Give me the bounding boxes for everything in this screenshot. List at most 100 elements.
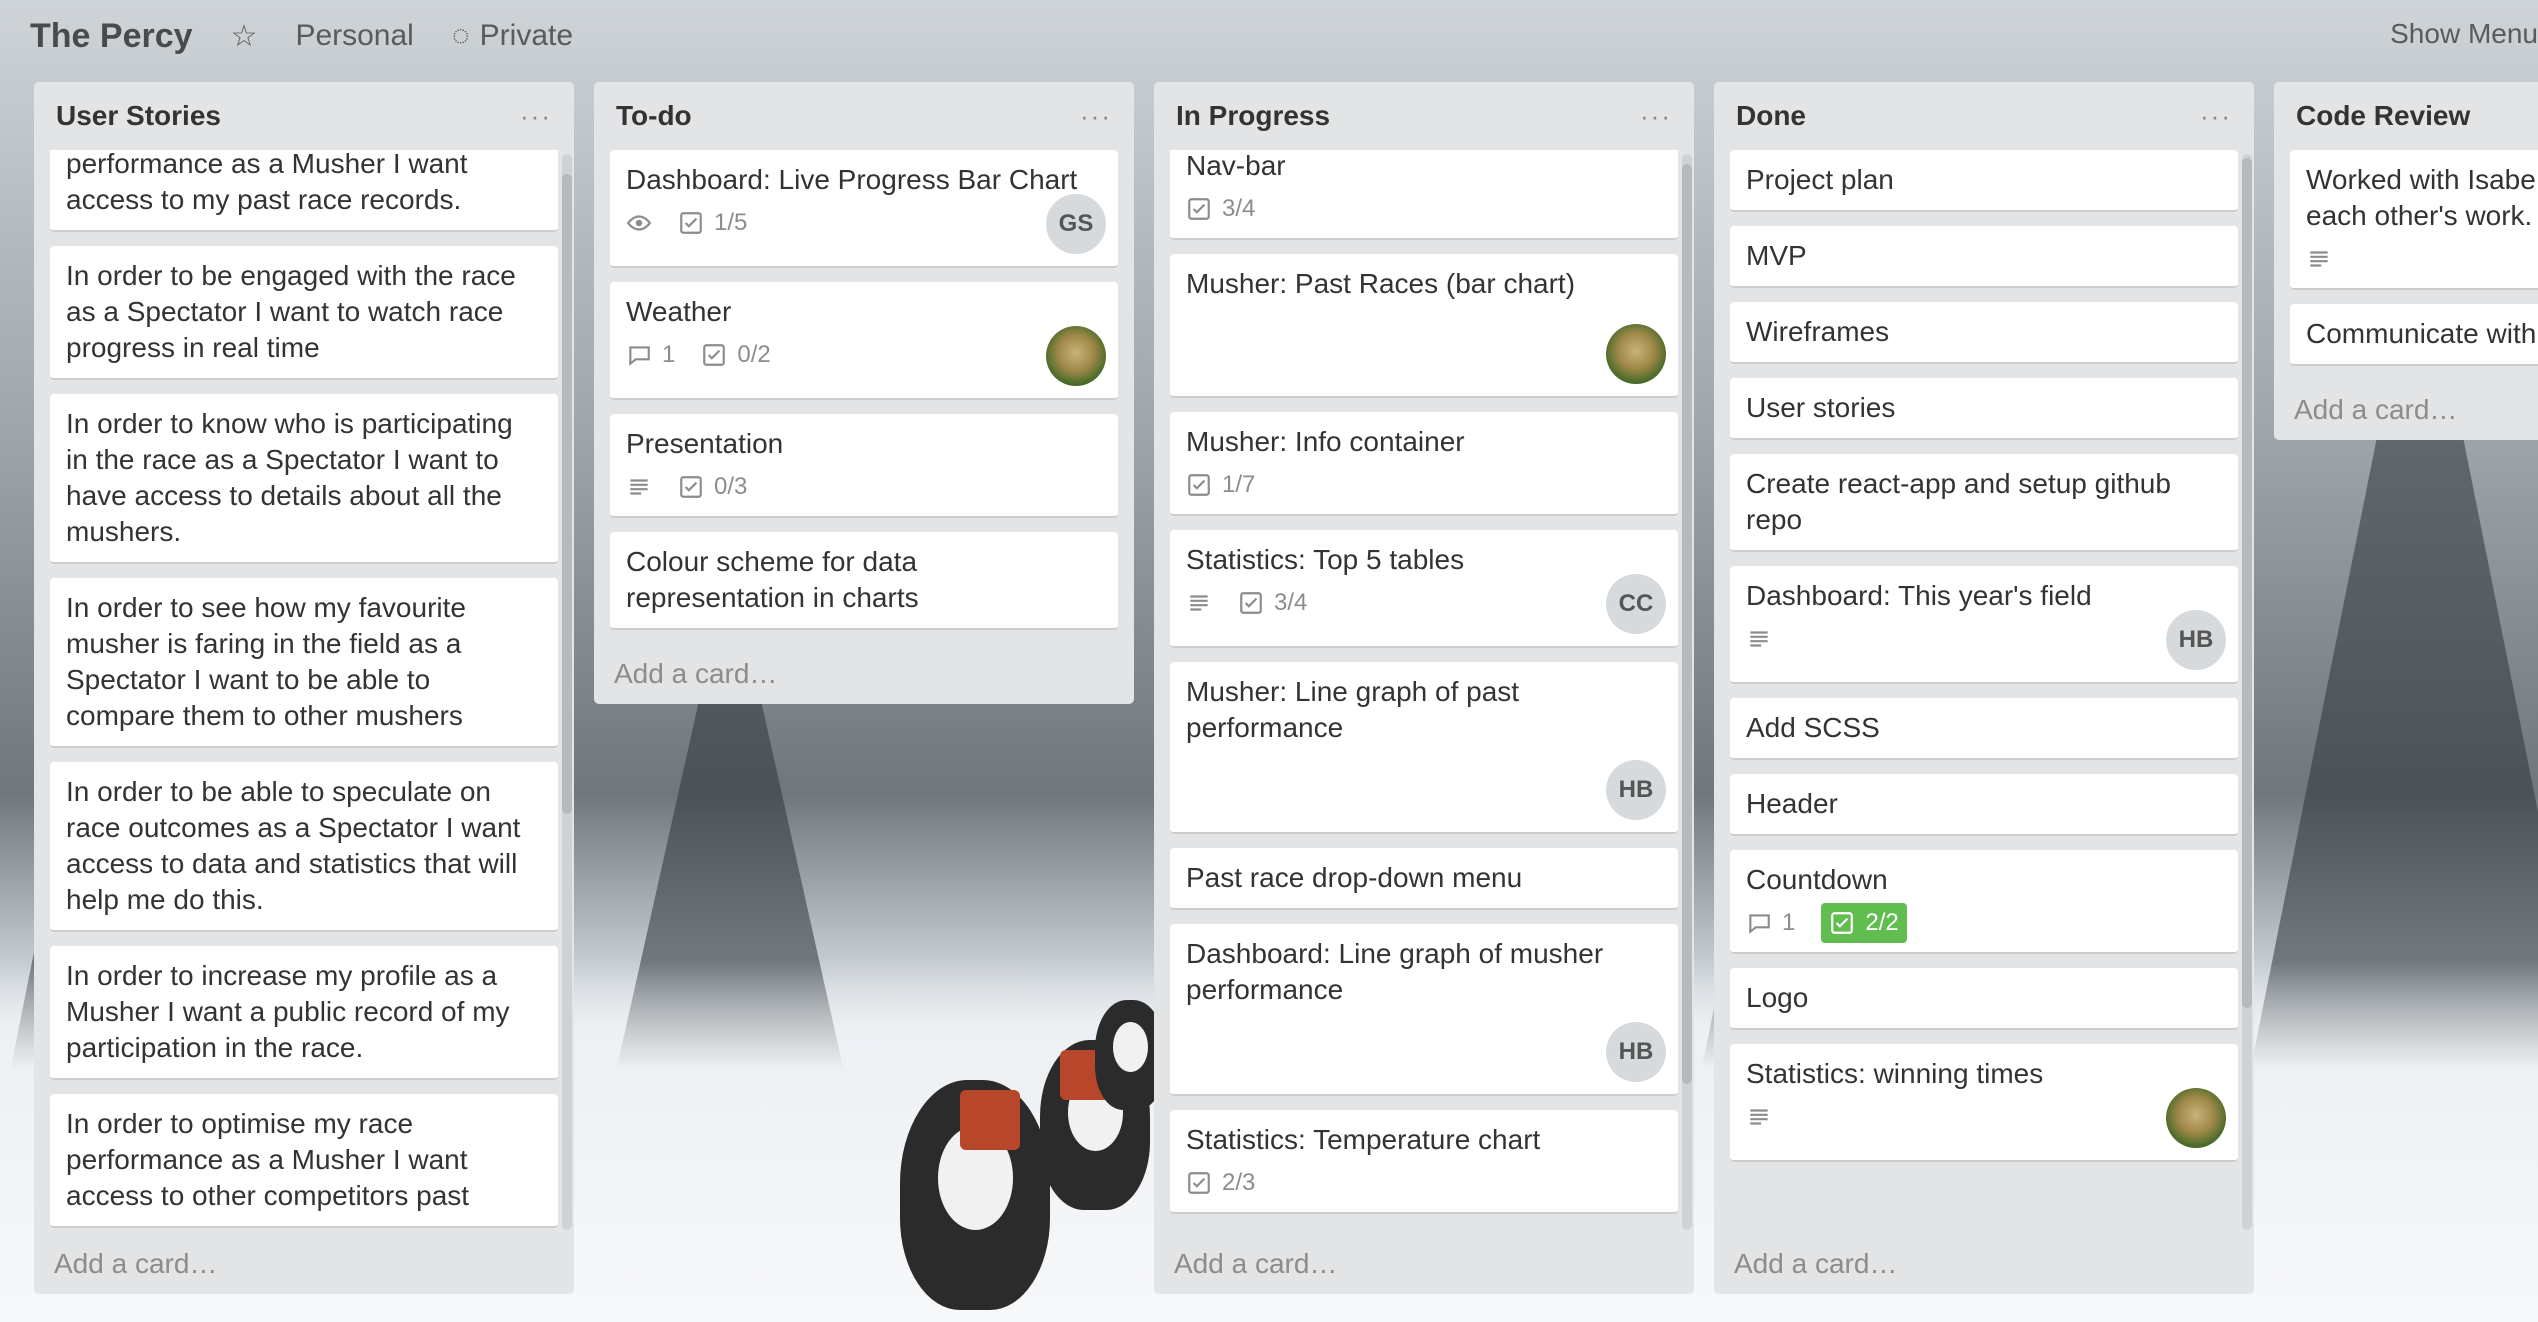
list-title[interactable]: User Stories: [56, 100, 221, 132]
card[interactable]: In order to know who is participating in…: [50, 394, 558, 564]
member-avatar[interactable]: CC: [1606, 574, 1666, 634]
checklist-icon: [680, 476, 702, 498]
list-title[interactable]: Code Review: [2296, 100, 2470, 132]
card[interactable]: Weather 1 0/2: [610, 282, 1118, 400]
card[interactable]: Wireframes: [1730, 302, 2238, 364]
list-menu-icon[interactable]: ···: [520, 101, 552, 132]
checklist-badge: 1/7: [1186, 467, 1255, 503]
member-avatar[interactable]: HB: [2166, 610, 2226, 670]
card[interactable]: Communicate with: [2290, 304, 2538, 366]
add-card-button[interactable]: Add a card…: [2274, 380, 2538, 440]
board-title[interactable]: The Percy: [30, 17, 193, 56]
card-badges: 1 2/2: [1746, 903, 2222, 943]
member-avatar-photo[interactable]: [2166, 1088, 2226, 1148]
card[interactable]: Statistics: Top 5 tables 3/4 CC: [1170, 530, 1678, 648]
card[interactable]: Colour scheme for data representation in…: [610, 532, 1118, 630]
scrollbar[interactable]: [2242, 154, 2252, 1230]
card-title: Past race drop-down menu: [1186, 862, 1523, 893]
card[interactable]: In order to see how my favourite musher …: [50, 578, 558, 748]
card-badges: 1/5: [626, 206, 1102, 240]
scrollbar[interactable]: [562, 154, 572, 1230]
star-icon[interactable]: ☆: [231, 19, 258, 54]
card-title: In order to be engaged with the race as …: [66, 260, 516, 363]
scrollbar-thumb[interactable]: [562, 174, 572, 814]
checklist-count: 1/5: [714, 209, 748, 236]
member-avatar-photo[interactable]: [1046, 326, 1106, 386]
scrollbar-thumb[interactable]: [1682, 164, 1692, 1084]
card[interactable]: Logo: [1730, 968, 2238, 1030]
list-menu-icon[interactable]: ···: [2200, 101, 2232, 132]
card[interactable]: Project plan: [1730, 150, 2238, 212]
list-header: In Progress ···: [1154, 82, 1694, 150]
card[interactable]: In order to be able to speculate on race…: [50, 762, 558, 932]
card[interactable]: Statistics: Temperature chart 2/3: [1170, 1110, 1678, 1214]
add-card-button[interactable]: Add a card…: [34, 1234, 574, 1294]
add-card-button[interactable]: Add a card…: [1714, 1234, 2254, 1294]
privacy-button[interactable]: ◌ Private: [452, 19, 573, 53]
card[interactable]: Musher: Info container 1/7: [1170, 412, 1678, 516]
card[interactable]: In order to optimise my race performance…: [50, 1094, 558, 1228]
card-title: Dashboard: Line graph of musher performa…: [1186, 938, 1604, 1005]
card-title: performance as a Musher I want access to…: [66, 150, 468, 215]
list-header: Code Review: [2274, 82, 2538, 150]
card-badges: [1746, 1100, 2222, 1134]
list-header: Done ···: [1714, 82, 2254, 150]
card[interactable]: MVP: [1730, 226, 2238, 288]
card[interactable]: Dashboard: This year's field HB: [1730, 566, 2238, 684]
card-container: performance as a Musher I want access to…: [34, 150, 574, 1234]
checklist-badge: 0/2: [701, 337, 771, 373]
member-avatar[interactable]: HB: [1606, 760, 1666, 820]
checklist-count: 2/2: [1865, 909, 1899, 936]
card[interactable]: Countdown 1 2/2: [1730, 850, 2238, 954]
card-title: Header: [1746, 788, 1838, 819]
card-badges: [1746, 622, 2222, 656]
member-avatar[interactable]: GS: [1046, 194, 1106, 254]
card[interactable]: Statistics: winning times: [1730, 1044, 2238, 1162]
card[interactable]: Header: [1730, 774, 2238, 836]
checklist-count: 1/7: [1222, 471, 1256, 498]
card[interactable]: Musher: Past Races (bar chart): [1170, 254, 1678, 398]
card[interactable]: User stories: [1730, 378, 2238, 440]
card-title: Statistics: winning times: [1746, 1058, 2044, 1089]
card[interactable]: Nav-bar 3/4: [1170, 150, 1678, 240]
checklist-count: 2/3: [1222, 1169, 1256, 1196]
card-title: Colour scheme for data representation in…: [626, 546, 919, 613]
list-title[interactable]: In Progress: [1176, 100, 1330, 132]
card[interactable]: Presentation 0/3: [610, 414, 1118, 518]
list-title[interactable]: To-do: [616, 100, 692, 132]
list-menu-icon[interactable]: ···: [1080, 101, 1112, 132]
scrollbar-thumb[interactable]: [2242, 158, 2252, 1008]
card[interactable]: In order to increase my profile as a Mus…: [50, 946, 558, 1080]
scrollbar[interactable]: [1682, 154, 1692, 1230]
card[interactable]: Create react-app and setup github repo: [1730, 454, 2238, 552]
comment-icon: [629, 346, 650, 366]
list-title[interactable]: Done: [1736, 100, 1806, 132]
add-card-button[interactable]: Add a card…: [1154, 1234, 1694, 1294]
card-title: User stories: [1746, 392, 1896, 423]
card-title: Countdown: [1746, 864, 1888, 895]
card-title: Nav-bar: [1186, 150, 1286, 181]
card[interactable]: performance as a Musher I want access to…: [50, 150, 558, 232]
show-menu-button[interactable]: Show Menu: [2390, 18, 2538, 50]
add-card-button[interactable]: Add a card…: [594, 644, 1134, 704]
team-visibility-button[interactable]: Personal: [295, 19, 413, 53]
card[interactable]: Past race drop-down menu: [1170, 848, 1678, 910]
card-title: In order to know who is participating in…: [66, 408, 513, 547]
checklist-badge: 1/5: [678, 205, 747, 241]
member-avatar-photo[interactable]: [1606, 324, 1666, 384]
team-label: Personal: [295, 19, 414, 52]
list-menu-icon[interactable]: ···: [1640, 101, 1672, 132]
description-icon: [626, 474, 652, 500]
card[interactable]: Musher: Line graph of past performance H…: [1170, 662, 1678, 834]
card[interactable]: Worked with Isabe each other's work.: [2290, 150, 2538, 290]
description-icon: [2306, 246, 2332, 272]
member-avatar[interactable]: HB: [1606, 1022, 1666, 1082]
card-title: Presentation: [626, 428, 784, 459]
card[interactable]: Dashboard: Live Progress Bar Chart 1/5 G…: [610, 150, 1118, 268]
description-icon: [1186, 590, 1212, 616]
card[interactable]: Dashboard: Line graph of musher performa…: [1170, 924, 1678, 1096]
checklist-icon: [1240, 592, 1262, 614]
checklist-count: 0/3: [714, 473, 748, 500]
card[interactable]: In order to be engaged with the race as …: [50, 246, 558, 380]
card[interactable]: Add SCSS: [1730, 698, 2238, 760]
